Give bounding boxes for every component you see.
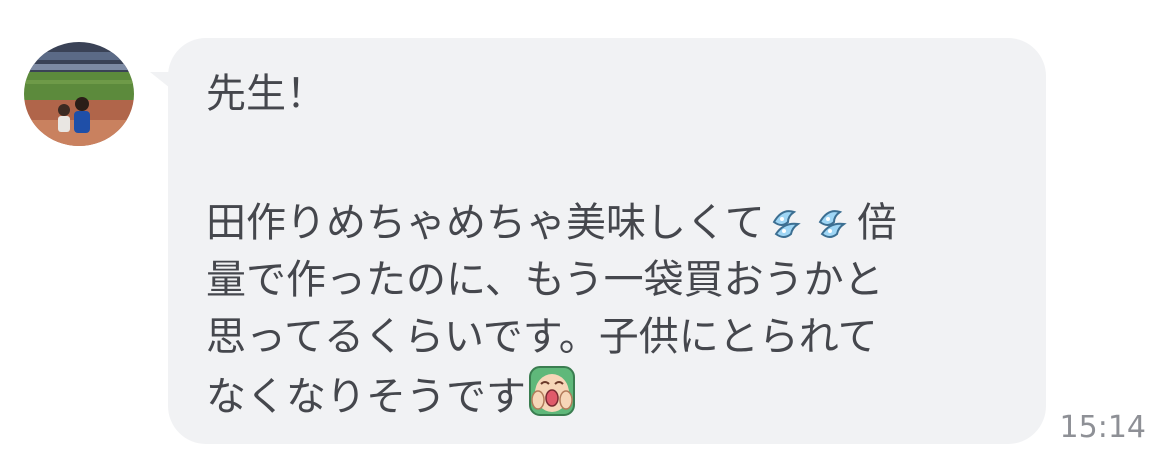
message-line-greeting: 先生！ [206,71,326,117]
message-line-2: 量で作ったのに、もう一袋買おうかと [206,257,884,303]
message-line-3: 思ってるくらいです。子供にとられて [206,314,878,360]
message-line-4: なくなりそうです [206,366,1026,423]
chat-area: 先生！ 田作りめちゃめちゃ美味しくて 倍 量で作ったのに、もう一袋買おうかと 思… [0,0,1170,468]
message-line-1-end: 倍 [856,200,897,246]
message-line-1: 田作りめちゃめちゃ美味しくて 倍 [206,195,1026,252]
avatar[interactable] [24,42,134,146]
message-text: 先生！ 田作りめちゃめちゃ美味しくて 倍 量で作ったのに、もう一袋買おうかと 思… [206,66,1026,423]
screaming-face-sticker-icon [529,366,575,432]
avatar-photo [24,42,134,146]
sweat-drops-icon [814,201,854,258]
message-line-1-text: 田作りめちゃめちゃ美味しくて [206,200,765,246]
message-line-4-text: なくなりそうです [206,374,526,420]
message-bubble[interactable]: 先生！ 田作りめちゃめちゃ美味しくて 倍 量で作ったのに、もう一袋買おうかと 思… [168,38,1046,444]
sweat-drops-icon [768,201,808,258]
message-timestamp: 15:14 [1059,410,1146,445]
